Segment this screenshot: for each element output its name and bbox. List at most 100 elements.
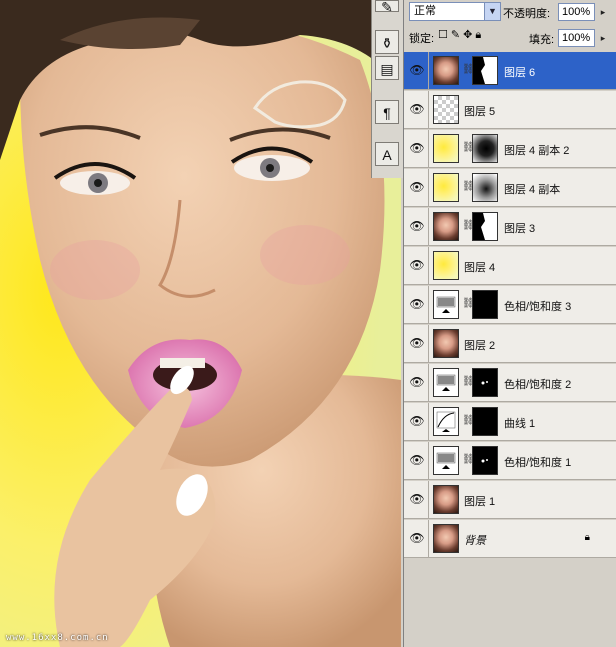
eye-visibility-icon[interactable]: 👁︎ <box>409 335 425 351</box>
layer-thumbnail[interactable] <box>433 56 459 85</box>
layer-thumbnail[interactable] <box>433 251 459 280</box>
watermark-text: www.16xx8.com.cn <box>6 633 109 643</box>
layer-row[interactable]: 👁︎ ⛓ 图层 4 副本 2 <box>404 130 616 168</box>
layer-name[interactable]: 图层 3 <box>504 220 535 236</box>
column-divider <box>428 130 429 168</box>
layer-thumbnail[interactable] <box>433 485 459 514</box>
eye-visibility-icon[interactable]: 👁︎ <box>409 62 425 78</box>
eye-visibility-icon[interactable]: 👁︎ <box>409 179 425 195</box>
fill-field[interactable]: 100% <box>558 29 595 47</box>
layer-thumbnail[interactable] <box>433 329 459 358</box>
layer-row[interactable]: 👁︎ 图层 5 <box>404 91 616 129</box>
layer-mask-thumbnail[interactable] <box>472 173 498 202</box>
layer-name[interactable]: 图层 4 副本 2 <box>504 142 569 158</box>
column-divider <box>428 403 429 441</box>
column-divider <box>428 91 429 129</box>
character-icon[interactable]: A <box>375 142 399 166</box>
column-divider <box>428 208 429 246</box>
layer-thumbnail[interactable] <box>433 212 459 241</box>
layer-mask-thumbnail[interactable] <box>472 134 498 163</box>
layer-name[interactable]: 图层 4 <box>464 259 495 275</box>
column-divider <box>428 325 429 363</box>
eye-visibility-icon[interactable]: 👁︎ <box>409 218 425 234</box>
paragraph-icon[interactable]: ¶ <box>375 100 399 124</box>
column-divider <box>428 169 429 207</box>
layer-mask-thumbnail[interactable] <box>472 446 498 475</box>
lock-transparent-icon[interactable]: ☐ <box>438 29 451 41</box>
layer-mask-thumbnail[interactable] <box>472 56 498 85</box>
layer-lock-icon: 🔒︎ <box>584 532 590 543</box>
lock-position-icon[interactable]: ✥ <box>463 29 475 41</box>
layer-name[interactable]: 图层 2 <box>464 337 495 353</box>
lock-label: 锁定: <box>409 33 435 45</box>
portrait-image <box>0 0 401 647</box>
layer-name[interactable]: 色相/饱和度 2 <box>504 376 571 392</box>
layer-name[interactable]: 图层 1 <box>464 493 495 509</box>
layer-name[interactable]: 图层 4 副本 <box>504 181 560 197</box>
layer-thumbnail[interactable] <box>433 290 459 319</box>
layer-name[interactable]: 色相/饱和度 1 <box>504 454 571 470</box>
layer-thumbnail[interactable] <box>433 368 459 397</box>
column-divider <box>428 286 429 324</box>
layer-mask-thumbnail[interactable] <box>472 212 498 241</box>
eye-visibility-icon[interactable]: 👁︎ <box>409 374 425 390</box>
column-divider <box>428 520 429 558</box>
fill-label: 填充: <box>529 34 555 46</box>
layer-row[interactable]: 👁︎ ⛓ 色相/饱和度 1 <box>404 442 616 480</box>
blend-mode-select[interactable]: 正常 ▼ <box>409 2 501 21</box>
layer-name[interactable]: 图层 5 <box>464 103 495 119</box>
layer-row[interactable]: 👁︎ 背景 🔒︎ <box>404 520 616 558</box>
layer-mask-thumbnail[interactable] <box>472 290 498 319</box>
eye-visibility-icon[interactable]: 👁︎ <box>409 140 425 156</box>
eye-visibility-icon[interactable]: 👁︎ <box>409 491 425 507</box>
column-divider <box>428 247 429 285</box>
chevron-down-icon[interactable]: ▼ <box>484 3 500 20</box>
column-divider <box>428 442 429 480</box>
layer-name[interactable]: 背景 <box>464 532 486 548</box>
layer-row[interactable]: 👁︎ ⛓ 图层 6 <box>404 52 616 90</box>
column-divider <box>428 364 429 402</box>
brush-tool-icon[interactable]: ✎ <box>375 0 399 14</box>
layer-row[interactable]: 👁︎ ⛓ 图层 3 <box>404 208 616 246</box>
panel-dock-strip: ✎ ⚱ ▤ ¶ A <box>371 0 404 178</box>
eye-visibility-icon[interactable]: 👁︎ <box>409 257 425 273</box>
opacity-arrow-icon[interactable]: ▸ <box>597 3 609 21</box>
eye-visibility-icon[interactable]: 👁︎ <box>409 413 425 429</box>
fill-arrow-icon[interactable]: ▸ <box>597 29 609 47</box>
layer-row[interactable]: 👁︎ ⛓ 色相/饱和度 2 <box>404 364 616 402</box>
layers-list: 👁︎ ⛓ 图层 6 👁︎ 图层 5 👁︎ ⛓ 图层 4 副本 2 👁︎ ⛓ 图层 4 副本 👁︎ ⛓ 图层… <box>404 52 616 647</box>
layer-mask-thumbnail[interactable] <box>472 407 498 436</box>
lock-all-icon[interactable]: 🔒︎ <box>475 29 484 41</box>
layer-thumbnail[interactable] <box>433 134 459 163</box>
eye-visibility-icon[interactable]: 👁︎ <box>409 296 425 312</box>
layer-thumbnail[interactable] <box>433 407 459 436</box>
layer-row[interactable]: 👁︎ 图层 2 <box>404 325 616 363</box>
document-canvas[interactable]: www.16xx8.com.cn <box>0 0 401 647</box>
layer-mask-thumbnail[interactable] <box>472 368 498 397</box>
layer-name[interactable]: 图层 6 <box>504 64 535 80</box>
history-brush-icon[interactable]: ▤ <box>375 56 399 80</box>
layers-panel: 正常 ▼ 不透明度: 100% ▸ 锁定: ☐✎✥🔒︎ 填充: 100% ▸ 👁… <box>403 0 616 647</box>
layer-thumbnail[interactable] <box>433 173 459 202</box>
opacity-label: 不透明度: <box>503 8 551 20</box>
layer-row[interactable]: 👁︎ ⛓ 色相/饱和度 3 <box>404 286 616 324</box>
clone-stamp-icon[interactable]: ⚱ <box>375 30 399 54</box>
layer-row[interactable]: 👁︎ 图层 1 <box>404 481 616 519</box>
layer-row[interactable]: 👁︎ ⛓ 曲线 1 <box>404 403 616 441</box>
column-divider <box>428 481 429 519</box>
eye-visibility-icon[interactable]: 👁︎ <box>409 452 425 468</box>
layer-thumbnail[interactable] <box>433 524 459 553</box>
blend-mode-value: 正常 <box>414 5 436 17</box>
column-divider <box>428 52 429 90</box>
layer-row[interactable]: 👁︎ ⛓ 图层 4 副本 <box>404 169 616 207</box>
lock-icons-group: ☐✎✥🔒︎ <box>438 28 484 42</box>
layer-name[interactable]: 色相/饱和度 3 <box>504 298 571 314</box>
lock-image-icon[interactable]: ✎ <box>451 29 463 41</box>
layer-thumbnail[interactable] <box>433 446 459 475</box>
eye-visibility-icon[interactable]: 👁︎ <box>409 101 425 117</box>
layer-thumbnail[interactable] <box>433 95 459 124</box>
layer-name[interactable]: 曲线 1 <box>504 415 535 431</box>
layer-row[interactable]: 👁︎ 图层 4 <box>404 247 616 285</box>
eye-visibility-icon[interactable]: 👁︎ <box>409 530 425 546</box>
opacity-field[interactable]: 100% <box>558 3 595 21</box>
